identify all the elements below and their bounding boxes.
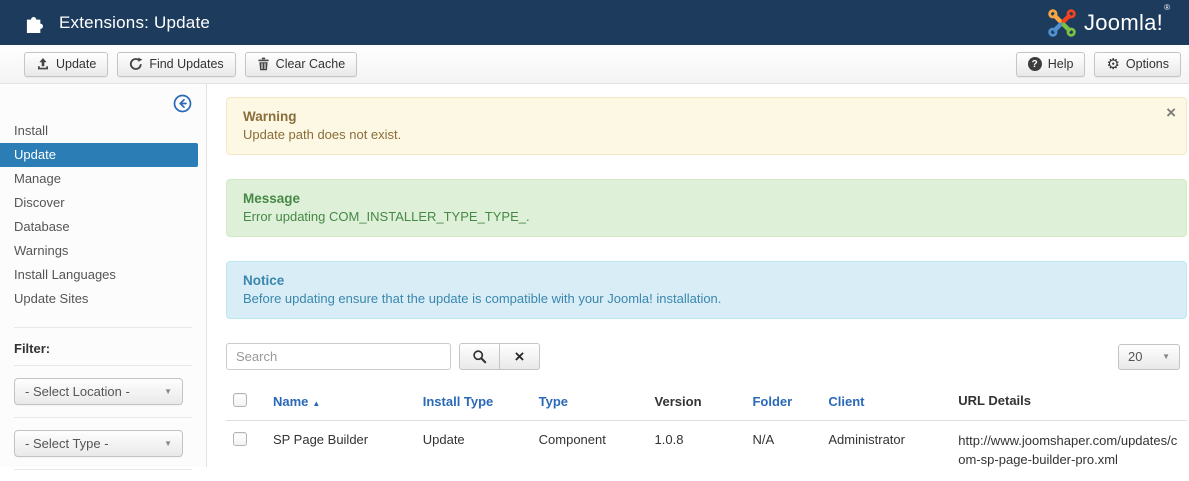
joomla-logo-reg: ® (1164, 2, 1170, 12)
help-button-label: Help (1047, 57, 1074, 71)
column-header-name[interactable]: Name (267, 385, 418, 421)
sidebar-menu: Install Update Manage Discover Database … (0, 119, 206, 311)
column-header-install-type[interactable]: Install Type (417, 385, 534, 421)
column-header-folder[interactable]: Folder (747, 385, 824, 421)
find-updates-button-label: Find Updates (149, 57, 224, 71)
sidebar-item-update-sites[interactable]: Update Sites (0, 287, 198, 311)
sidebar-item-warnings[interactable]: Warnings (0, 239, 198, 263)
divider (14, 469, 192, 470)
trash-icon (258, 57, 269, 71)
cell-install-type: Update (422, 431, 465, 447)
cell-name: SP Page Builder (272, 431, 369, 447)
sidebar-item-update[interactable]: Update (0, 143, 198, 167)
refresh-icon (130, 57, 143, 70)
top-navbar: Extensions: Update Joomla!® (0, 0, 1189, 45)
alert-message-title: Message (243, 191, 301, 206)
sidebar: Install Update Manage Discover Database … (0, 84, 207, 470)
column-header-url-details: URL Details (953, 385, 1187, 421)
divider (14, 365, 192, 366)
options-button[interactable]: Options (1094, 51, 1181, 77)
alert-message: Message Error updating COM_INSTALLER_TYP… (226, 179, 1187, 237)
search-button[interactable] (459, 343, 500, 370)
list-limit-dropdown[interactable]: 20 (1118, 343, 1180, 370)
alert-notice: Notice Before updating ensure that the u… (226, 261, 1187, 319)
options-button-label: Options (1125, 57, 1169, 71)
select-location-dropdown[interactable]: - Select Location - (14, 378, 183, 405)
chevron-down-icon (164, 439, 172, 448)
update-button-label: Update (56, 57, 97, 71)
select-type-value: - Select Type - (25, 436, 109, 451)
column-header-version: Version (649, 385, 748, 421)
divider (14, 417, 192, 418)
alert-warning-title: Warning (243, 109, 297, 124)
extensions-update-page: Extensions: Update Joomla!® Update Find … (0, 0, 1189, 470)
row-checkbox[interactable] (233, 431, 247, 446)
sidebar-item-install[interactable]: Install (0, 119, 198, 143)
cell-client: Administrator (828, 431, 905, 447)
list-limit-value: 20 (1128, 349, 1143, 364)
joomla-logo: Joomla!® (1047, 3, 1175, 38)
sidebar-item-database[interactable]: Database (0, 215, 198, 239)
cell-type: Component (538, 431, 606, 447)
search-icon (473, 350, 487, 364)
chevron-down-icon (1162, 352, 1170, 361)
close-icon[interactable] (1166, 104, 1176, 121)
select-type-dropdown[interactable]: - Select Type - (14, 430, 183, 457)
find-updates-button[interactable]: Find Updates (117, 51, 236, 77)
table-row: SP Page Builder Update Component 1.0.8 N… (226, 420, 1187, 480)
column-header-type[interactable]: Type (533, 385, 650, 421)
table-header-row: Name Install Type Type Version Folder Cl… (226, 385, 1187, 421)
alert-warning-text: Update path does not exist. (243, 127, 402, 142)
help-button[interactable]: Help (1015, 51, 1086, 77)
alert-warning: Warning Update path does not exist. (226, 97, 1187, 155)
page-title: Extensions: Update (59, 12, 211, 32)
search-input[interactable] (226, 343, 451, 370)
clear-icon (515, 349, 525, 365)
alert-notice-title: Notice (243, 273, 285, 288)
help-icon (1027, 57, 1042, 71)
chevron-down-icon (164, 387, 172, 396)
column-header-client[interactable]: Client (823, 385, 954, 421)
alert-notice-text: Before updating ensure that the update i… (243, 291, 722, 306)
sidebar-item-manage[interactable]: Manage (0, 167, 198, 191)
joomla-logo-text: Joomla! (1083, 9, 1164, 35)
joomla-logo-icon (1048, 8, 1076, 37)
content-area: Warning Update path does not exist. Mess… (207, 84, 1189, 467)
toolbar: Update Find Updates Clear Cache Help (0, 45, 1189, 84)
collapse-sidebar-icon[interactable] (173, 94, 192, 113)
cell-url-details: http://www.joomshaper.com/updates/com-sp… (958, 432, 1178, 467)
clear-cache-button-label: Clear Cache (275, 57, 346, 71)
alert-message-text: Error updating COM_INSTALLER_TYPE_TYPE_. (243, 209, 530, 224)
clear-search-button[interactable] (499, 343, 540, 370)
sidebar-item-discover[interactable]: Discover (0, 191, 198, 215)
list-controls: 20 (226, 343, 1187, 370)
gear-icon (1106, 57, 1119, 72)
select-all-checkbox[interactable] (233, 392, 247, 407)
upload-icon (38, 58, 48, 70)
clear-cache-button[interactable]: Clear Cache (244, 51, 358, 77)
sidebar-item-install-languages[interactable]: Install Languages (0, 263, 198, 287)
sort-asc-icon (312, 399, 320, 408)
puzzle-icon (26, 16, 43, 33)
update-button[interactable]: Update (24, 51, 109, 77)
cell-version: 1.0.8 (654, 431, 684, 447)
cell-folder: N/A (752, 431, 775, 447)
select-location-value: - Select Location - (25, 384, 130, 399)
filter-label: Filter: (14, 341, 51, 356)
updates-table: Name Install Type Type Version Folder Cl… (226, 385, 1187, 481)
